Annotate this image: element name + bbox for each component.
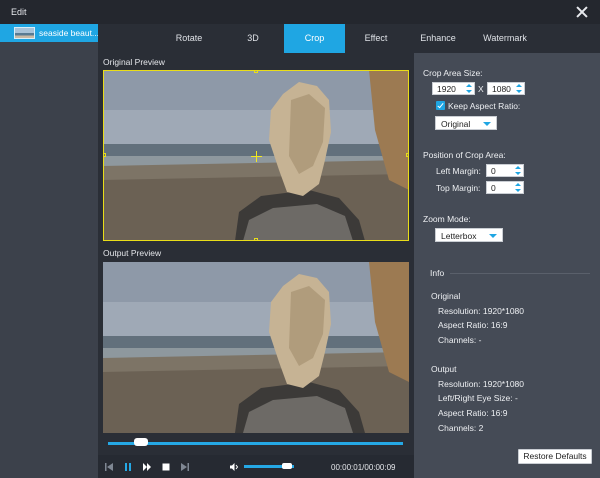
original-preview-label: Original Preview	[103, 57, 165, 67]
output-heading: Output	[431, 364, 457, 374]
spinner-arrows-icon[interactable]	[515, 166, 521, 176]
crop-height-value: 1080	[492, 84, 511, 94]
tab-rotate[interactable]: Rotate	[154, 24, 224, 53]
progress-thumb[interactable]	[134, 438, 148, 446]
original-channels: Channels: -	[438, 335, 482, 345]
output-preview-image	[103, 262, 409, 433]
crop-handle-bottom[interactable]	[254, 238, 258, 241]
info-heading: Info	[424, 268, 451, 278]
top-margin-spinner[interactable]: 0	[486, 181, 524, 194]
size-separator: X	[478, 84, 484, 94]
crop-height-spinner[interactable]: 1080	[487, 82, 525, 95]
keep-aspect-label: Keep Aspect Ratio:	[448, 101, 521, 111]
skip-back-icon[interactable]	[104, 462, 114, 472]
output-channels: Channels: 2	[438, 423, 484, 433]
file-sidebar: seaside beaut...	[0, 24, 100, 478]
crop-width-value: 1920	[437, 84, 456, 94]
volume-thumb[interactable]	[282, 463, 292, 469]
position-label: Position of Crop Area:	[423, 150, 506, 160]
timecode: 00:00:01/00:00:09	[331, 463, 396, 472]
edit-window: Edit seaside beaut... Rotate 3D Crop Eff…	[0, 0, 600, 478]
video-thumbnail	[14, 27, 35, 39]
output-resolution: Resolution: 1920*1080	[438, 379, 525, 389]
tab-crop[interactable]: Crop	[284, 24, 345, 53]
zoom-mode-label: Zoom Mode:	[423, 214, 471, 224]
tab-enhance[interactable]: Enhance	[405, 24, 471, 53]
preview-area: Original Preview Output Preview 00:00:01…	[98, 53, 414, 478]
aspect-ratio-dropdown[interactable]: Original	[435, 116, 497, 130]
top-margin-label: Top Margin:	[436, 183, 481, 193]
skip-forward-icon[interactable]	[180, 462, 190, 472]
output-aspect-ratio: Aspect Ratio: 16:9	[438, 408, 508, 418]
window-title: Edit	[11, 7, 27, 17]
crop-settings-panel: Crop Area Size: 1920 X 1080 Keep Aspect …	[414, 53, 600, 478]
close-icon[interactable]	[575, 5, 589, 19]
tab-3d[interactable]: 3D	[224, 24, 282, 53]
zoom-mode-value: Letterbox	[441, 231, 477, 241]
output-preview-label: Output Preview	[103, 248, 162, 258]
crop-width-spinner[interactable]: 1920	[432, 82, 475, 95]
top-margin-value: 0	[491, 183, 496, 193]
file-list-item[interactable]: seaside beaut...	[0, 24, 100, 42]
crosshair-icon	[251, 151, 262, 162]
title-bar: Edit	[0, 0, 600, 24]
chevron-down-icon	[489, 234, 497, 238]
edit-tabs: Rotate 3D Crop Effect Enhance Watermark	[98, 24, 600, 53]
left-margin-spinner[interactable]: 0	[486, 164, 524, 177]
original-heading: Original	[431, 291, 461, 301]
crop-area-size-label: Crop Area Size:	[423, 68, 483, 78]
crop-handle-left[interactable]	[103, 153, 106, 157]
player-controls: 00:00:01/00:00:09	[98, 455, 414, 478]
pause-icon[interactable]	[123, 462, 133, 472]
keep-aspect-checkbox[interactable]	[436, 101, 445, 110]
aspect-ratio-value: Original	[441, 119, 471, 129]
tab-watermark[interactable]: Watermark	[471, 24, 539, 53]
stop-icon[interactable]	[161, 462, 171, 472]
restore-defaults-button[interactable]: Restore Defaults	[518, 449, 592, 464]
zoom-mode-dropdown[interactable]: Letterbox	[435, 228, 503, 242]
original-resolution: Resolution: 1920*1080	[438, 306, 525, 316]
original-aspect-ratio: Aspect Ratio: 16:9	[438, 320, 508, 330]
spinner-arrows-icon[interactable]	[516, 84, 522, 94]
chevron-down-icon	[483, 122, 491, 126]
tab-effect[interactable]: Effect	[347, 24, 405, 53]
volume-icon[interactable]	[229, 462, 239, 472]
original-preview-image	[103, 70, 409, 241]
beach-scene-image	[103, 262, 409, 433]
play-forward-icon[interactable]	[142, 462, 152, 472]
progress-track[interactable]	[108, 442, 403, 445]
left-margin-label: Left Margin:	[436, 166, 481, 176]
output-eye-size: Left/Right Eye Size: -	[438, 393, 518, 403]
spinner-arrows-icon[interactable]	[466, 84, 472, 94]
file-name: seaside beaut...	[39, 28, 100, 38]
spinner-arrows-icon[interactable]	[515, 183, 521, 193]
crop-handle-right[interactable]	[406, 153, 409, 157]
left-margin-value: 0	[491, 166, 496, 176]
crop-handle-top[interactable]	[254, 70, 258, 73]
